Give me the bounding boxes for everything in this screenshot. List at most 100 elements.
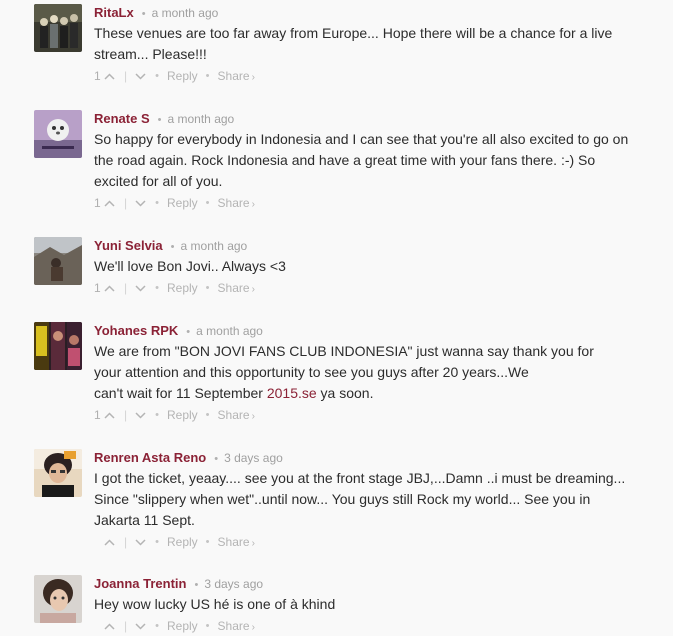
chevron-down-icon [135, 72, 146, 80]
comment-author[interactable]: Joanna Trentin [94, 576, 186, 591]
comment-author[interactable]: RitaLx [94, 5, 134, 20]
meta-separator: • [141, 8, 146, 20]
action-separator: • [155, 70, 159, 82]
avatar[interactable] [34, 110, 82, 158]
comment-text-line: We'll love Bon Jovi.. Always <3 [94, 258, 286, 274]
comment-body: We'll love Bon Jovi.. Always <3 [94, 256, 654, 277]
share-button[interactable]: Share › [218, 619, 255, 633]
vote-count: 1 [94, 196, 101, 210]
chevron-up-icon [103, 622, 115, 630]
comment-timestamp[interactable]: 3 days ago [204, 577, 263, 591]
comment-timestamp[interactable]: a month ago [152, 6, 219, 20]
downvote-button[interactable] [133, 411, 147, 419]
comment-actions: 1 | • Reply • Share › [94, 279, 255, 297]
downvote-button[interactable] [133, 199, 147, 207]
comment-text-line: your attention and this opportunity to s… [94, 364, 529, 380]
comment-text-line: Jakarta 11 Sept. [94, 512, 195, 528]
comment-timestamp[interactable]: a month ago [168, 112, 235, 126]
action-separator: • [205, 70, 210, 82]
chevron-right-icon: › [251, 622, 255, 633]
comment-body: These venues are too far away from Europ… [94, 23, 654, 65]
downvote-button[interactable] [133, 72, 147, 80]
comment-text-line: Hey wow lucky US hé is one of à khind [94, 596, 336, 612]
comment-text-line: So happy for everybody in Indonesia and … [94, 131, 629, 147]
comment-text-line: I got the ticket, yeaay.... see you at t… [94, 470, 626, 486]
comment-author[interactable]: Yuni Selvia [94, 238, 163, 253]
avatar[interactable] [34, 575, 82, 623]
chevron-right-icon: › [251, 411, 255, 422]
upvote-button[interactable] [102, 284, 116, 292]
share-label: Share [217, 619, 250, 633]
reply-button[interactable]: Reply [167, 196, 198, 210]
comment-text-line: the road again. Rock Indonesia and have … [94, 152, 596, 168]
share-label: Share [217, 196, 250, 210]
action-separator: • [205, 282, 210, 294]
comment-author[interactable]: Renate S [94, 111, 150, 126]
vote-divider: | [124, 281, 128, 295]
chevron-up-icon [103, 411, 115, 419]
comment-text-line: Since "slippery when wet"..until now... … [94, 491, 591, 507]
comment-header: Renren Asta Reno • 3 days ago [94, 449, 283, 469]
share-label: Share [217, 281, 250, 295]
reply-button[interactable]: Reply [167, 69, 198, 83]
vote-divider: | [124, 535, 128, 549]
upvote-button[interactable] [102, 411, 116, 419]
comment-body: Hey wow lucky US hé is one of à khind [94, 594, 654, 615]
comment-timestamp[interactable]: a month ago [181, 239, 248, 253]
comment-body: I got the ticket, yeaay.... see you at t… [94, 468, 654, 531]
downvote-button[interactable] [133, 538, 147, 546]
action-separator: • [205, 409, 210, 421]
avatar[interactable] [34, 449, 82, 497]
upvote-button[interactable] [102, 72, 116, 80]
chevron-down-icon [135, 199, 146, 207]
comment-body: So happy for everybody in Indonesia and … [94, 129, 654, 192]
comment-text-line: excited for all of you. [94, 173, 223, 189]
action-separator: • [155, 409, 159, 421]
action-separator: • [155, 620, 159, 632]
share-label: Share [217, 535, 250, 549]
chevron-down-icon [135, 538, 146, 546]
comment-text-line: We are from "BON JOVI FANS CLUB INDONESI… [94, 343, 594, 359]
comment-timestamp[interactable]: 3 days ago [224, 451, 283, 465]
upvote-button[interactable] [102, 538, 116, 546]
downvote-button[interactable] [133, 622, 147, 630]
comment-timestamp[interactable]: a month ago [196, 324, 263, 338]
comment-actions: | • Reply • Share › [94, 617, 255, 635]
vote-divider: | [124, 69, 128, 83]
comment-text-line: can't wait for 11 September 2015.se ya s… [94, 383, 654, 404]
downvote-button[interactable] [133, 284, 147, 292]
share-button[interactable]: Share › [218, 196, 255, 210]
share-button[interactable]: Share › [218, 408, 255, 422]
comment-author[interactable]: Renren Asta Reno [94, 450, 206, 465]
comment-actions: 1 | • Reply • Share › [94, 406, 255, 424]
upvote-button[interactable] [102, 199, 116, 207]
share-button[interactable]: Share › [218, 535, 255, 549]
meta-separator: • [170, 241, 175, 253]
vote-divider: | [124, 619, 128, 633]
comment-actions: | • Reply • Share › [94, 533, 255, 551]
comment-header: Renate S • a month ago [94, 110, 234, 130]
vote-count: 1 [94, 281, 101, 295]
chevron-down-icon [135, 622, 146, 630]
comment-text-segment: ya soon. [316, 385, 374, 401]
reply-button[interactable]: Reply [167, 535, 198, 549]
chevron-up-icon [103, 284, 115, 292]
chevron-right-icon: › [251, 72, 255, 83]
avatar[interactable] [34, 4, 82, 52]
share-button[interactable]: Share › [218, 69, 255, 83]
avatar[interactable] [34, 322, 82, 370]
comment-header: Joanna Trentin • 3 days ago [94, 575, 263, 595]
comment-author[interactable]: Yohanes RPK [94, 323, 178, 338]
reply-button[interactable]: Reply [167, 619, 198, 633]
share-button[interactable]: Share › [218, 281, 255, 295]
meta-separator: • [194, 579, 199, 591]
reply-button[interactable]: Reply [167, 281, 198, 295]
reply-button[interactable]: Reply [167, 408, 198, 422]
chevron-up-icon [103, 199, 115, 207]
vote-divider: | [124, 408, 128, 422]
upvote-button[interactable] [102, 622, 116, 630]
comment-link[interactable]: 2015.se [267, 385, 317, 401]
comment-actions: 1 | • Reply • Share › [94, 67, 255, 85]
action-separator: • [205, 197, 210, 209]
avatar[interactable] [34, 237, 82, 285]
